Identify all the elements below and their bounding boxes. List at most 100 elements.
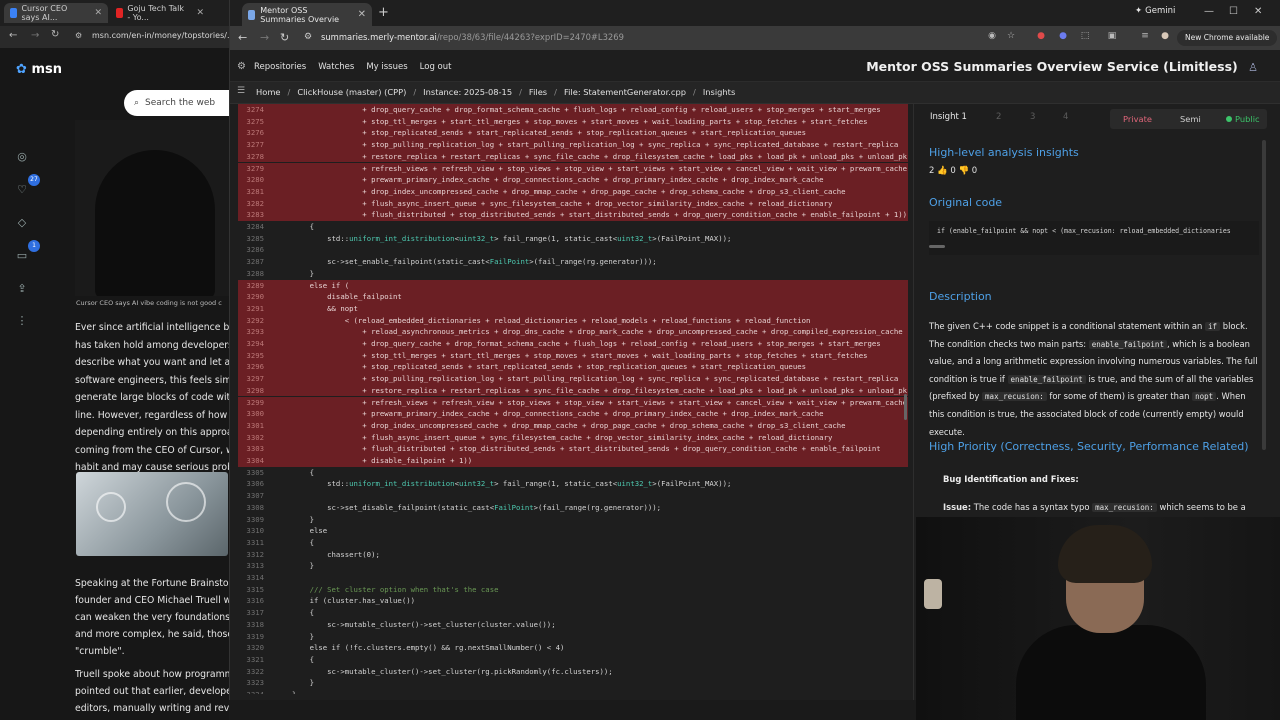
line-number[interactable]: 3275: [238, 116, 264, 128]
extension-red-icon[interactable]: ●: [1035, 31, 1047, 43]
line-number[interactable]: 3307: [238, 490, 264, 502]
background-url-text[interactable]: msn.com/en-in/money/topstories/...: [92, 31, 235, 40]
maximize-icon[interactable]: ☐: [1229, 6, 1238, 17]
headphones-icon[interactable]: ◎: [14, 150, 30, 166]
reload-icon[interactable]: ↻: [51, 29, 59, 40]
line-number[interactable]: 3321: [238, 654, 264, 666]
line-number[interactable]: 3314: [238, 572, 264, 584]
line-number[interactable]: 3320: [238, 642, 264, 654]
gear-icon[interactable]: ⚙: [237, 61, 246, 72]
msn-logo[interactable]: ✿ msn: [16, 62, 62, 77]
visibility-public[interactable]: Public: [1226, 114, 1260, 124]
nav-log-out[interactable]: Log out: [420, 62, 452, 72]
line-number[interactable]: 3283: [238, 209, 264, 221]
line-number[interactable]: 3313: [238, 560, 264, 572]
back-icon[interactable]: ←: [238, 31, 247, 44]
line-number[interactable]: 3316: [238, 595, 264, 607]
hamburger-menu-icon[interactable]: ☰: [237, 86, 245, 96]
line-number[interactable]: 3318: [238, 619, 264, 631]
line-number[interactable]: 3301: [238, 420, 264, 432]
line-number[interactable]: 3294: [238, 338, 264, 350]
background-tab-cursor[interactable]: Cursor CEO says AI... ✕: [4, 3, 108, 23]
site-info-icon[interactable]: ⚙: [304, 32, 312, 42]
gemini-button[interactable]: ✦ Gemini: [1135, 6, 1175, 16]
breadcrumb-instance[interactable]: Instance: 2025-08-15: [423, 87, 512, 97]
line-number[interactable]: 3296: [238, 361, 264, 373]
line-number[interactable]: 3312: [238, 549, 264, 561]
scrollbar-thumb[interactable]: [904, 394, 907, 420]
line-number[interactable]: 3289: [238, 280, 264, 292]
line-number[interactable]: 3291: [238, 303, 264, 315]
breadcrumb-file[interactable]: File: StatementGenerator.cpp: [564, 87, 686, 97]
url-field[interactable]: summaries.merly-mentor.ai/repo/38/63/fil…: [321, 32, 624, 42]
tab-mentor-oss[interactable]: Mentor OSS Summaries Overvie ✕: [242, 3, 372, 26]
extension-blue-icon[interactable]: ●: [1057, 31, 1069, 43]
line-number[interactable]: 3286: [238, 244, 264, 256]
profile-avatar-icon[interactable]: ●: [1159, 31, 1171, 43]
line-number[interactable]: 3279: [238, 163, 264, 175]
line-number[interactable]: 3284: [238, 221, 264, 233]
bookmark-star-icon[interactable]: ☆: [1005, 31, 1017, 43]
forward-icon[interactable]: →: [31, 30, 39, 41]
nav-repositories[interactable]: Repositories: [254, 62, 306, 72]
extension-icon[interactable]: ⬚: [1079, 31, 1091, 43]
tab-insight-1[interactable]: Insight 1: [930, 112, 967, 122]
line-number[interactable]: 3310: [238, 525, 264, 537]
line-number[interactable]: 3295: [238, 350, 264, 362]
back-icon[interactable]: ←: [9, 30, 17, 41]
window-close-icon[interactable]: ✕: [1254, 6, 1262, 17]
new-tab-plus-icon[interactable]: +: [378, 5, 389, 20]
line-number[interactable]: 3302: [238, 432, 264, 444]
line-number[interactable]: 3292: [238, 315, 264, 327]
line-number[interactable]: 3305: [238, 467, 264, 479]
line-number[interactable]: 3300: [238, 408, 264, 420]
line-number[interactable]: 3281: [238, 186, 264, 198]
reload-icon[interactable]: ↻: [280, 31, 289, 44]
line-number[interactable]: 3274: [238, 104, 264, 116]
visibility-private[interactable]: Private: [1123, 114, 1152, 124]
line-number[interactable]: 3304: [238, 455, 264, 467]
minimize-icon[interactable]: —: [1204, 6, 1214, 17]
sidebar-toggle-icon[interactable]: ▣: [1106, 31, 1118, 43]
tab-insight-4[interactable]: 4: [1063, 112, 1068, 122]
line-number[interactable]: 3298: [238, 385, 264, 397]
thumbs-up-icon[interactable]: ♡: [14, 183, 30, 199]
line-number[interactable]: 3323: [238, 677, 264, 689]
lightbulb-icon[interactable]: ◇: [14, 216, 30, 232]
line-number[interactable]: 3319: [238, 631, 264, 643]
line-number[interactable]: 3311: [238, 537, 264, 549]
line-number[interactable]: 3306: [238, 478, 264, 490]
breadcrumb-home[interactable]: Home: [256, 87, 281, 97]
line-number[interactable]: 3285: [238, 233, 264, 245]
line-number[interactable]: 3290: [238, 291, 264, 303]
line-number[interactable]: 3278: [238, 151, 264, 163]
line-number[interactable]: 3280: [238, 174, 264, 186]
nav-watches[interactable]: Watches: [318, 62, 354, 72]
line-number[interactable]: 3309: [238, 514, 264, 526]
line-number[interactable]: 3276: [238, 127, 264, 139]
more-icon[interactable]: ⋮: [14, 314, 30, 330]
chat-icon[interactable]: ▭: [14, 249, 30, 265]
code-scrollbar[interactable]: [903, 104, 909, 694]
close-icon[interactable]: ✕: [196, 8, 204, 18]
line-number[interactable]: 3308: [238, 502, 264, 514]
new-chrome-available-button[interactable]: New Chrome available: [1177, 30, 1278, 46]
line-number[interactable]: 3303: [238, 443, 264, 455]
site-info-icon[interactable]: ⚙: [75, 31, 82, 40]
visibility-semi[interactable]: Semi: [1180, 114, 1201, 124]
incognito-icon[interactable]: ◉: [986, 31, 998, 43]
line-number[interactable]: 3299: [238, 397, 264, 409]
line-number[interactable]: 3287: [238, 256, 264, 268]
forward-icon[interactable]: →: [260, 31, 269, 44]
original-code-scrollbar[interactable]: [929, 245, 945, 248]
line-number[interactable]: 3277: [238, 139, 264, 151]
insights-scrollbar[interactable]: [1262, 140, 1266, 450]
background-tab-youtube[interactable]: Goju Tech Talk - Yo... ✕: [110, 3, 210, 23]
line-number[interactable]: 3282: [238, 198, 264, 210]
code-viewer[interactable]: 3274 + drop_query_cache + drop_format_sc…: [238, 104, 908, 694]
share-icon[interactable]: ⇪: [14, 282, 30, 298]
line-number[interactable]: 3288: [238, 268, 264, 280]
nav-my-issues[interactable]: My issues: [366, 62, 407, 72]
line-number[interactable]: 3322: [238, 666, 264, 678]
media-controls-icon[interactable]: ≡: [1139, 31, 1151, 43]
